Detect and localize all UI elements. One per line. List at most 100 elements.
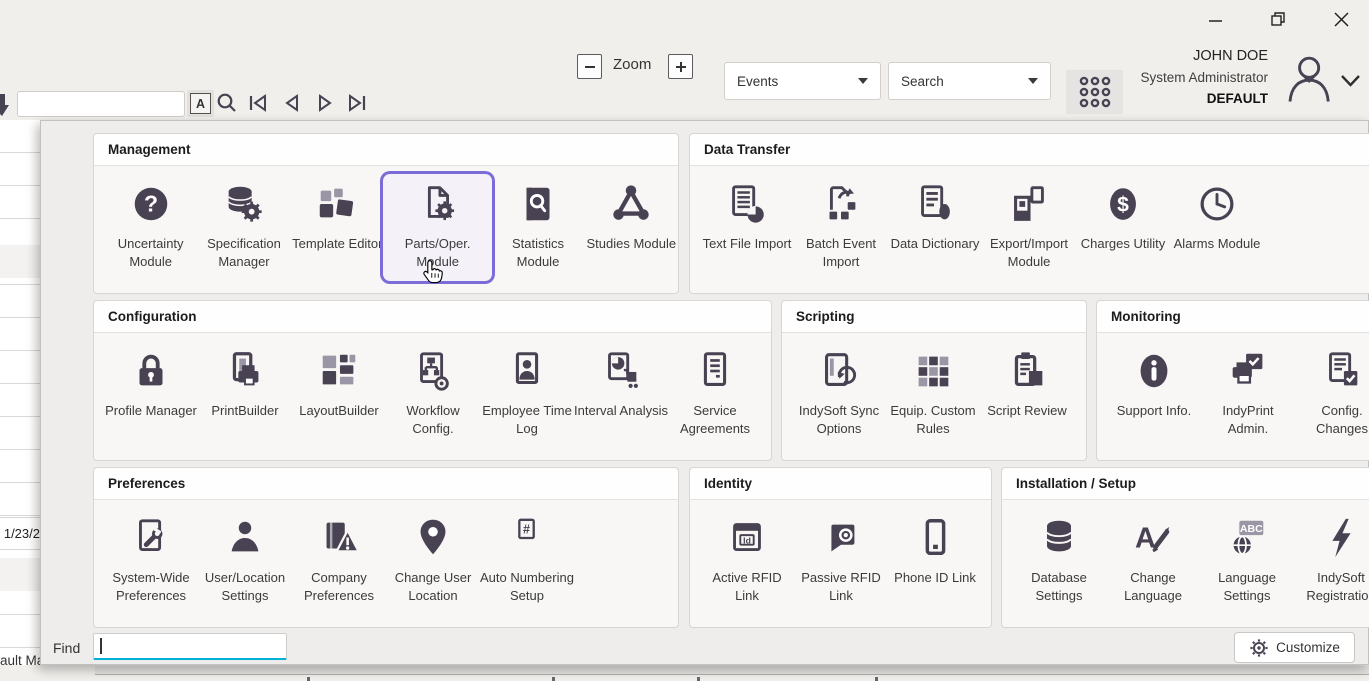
skip-last-icon — [347, 94, 367, 112]
apps-grid-button[interactable] — [1066, 70, 1123, 114]
bottom-scroll-strip[interactable] — [95, 666, 1369, 675]
close-button[interactable] — [1330, 8, 1352, 30]
minimize-button[interactable] — [1204, 9, 1226, 31]
next-icon — [317, 94, 333, 112]
menu-item-config-changes[interactable]: Config. Changes — [1295, 347, 1369, 438]
menu-item-label: User/Location Settings — [198, 569, 292, 605]
menu-item-support-info[interactable]: Support Info. — [1107, 347, 1201, 420]
menu-item-phone-id-link[interactable]: Phone ID Link — [888, 514, 982, 587]
menu-item-auto-numbering-setup[interactable]: #Auto Numbering Setup — [480, 514, 574, 605]
menu-item-studies-module[interactable]: Studies Module — [585, 180, 678, 253]
svg-text:$: $ — [1117, 194, 1129, 217]
document-gear-icon — [414, 180, 462, 228]
clipped-text-fragment — [697, 677, 700, 681]
group-identity: Identity IdActive RFID LinkPassive RFID L… — [689, 467, 992, 628]
menu-item-interval-analysis[interactable]: Interval Analysis — [574, 347, 668, 420]
menu-item-export-import-module[interactable]: Export/Import Module — [982, 180, 1076, 271]
menu-item-text-file-import[interactable]: Text File Import — [700, 180, 794, 253]
close-icon — [1333, 11, 1350, 28]
search-dropdown[interactable]: Search — [888, 62, 1051, 100]
menu-item-indyprint-admin[interactable]: IndyPrint Admin. — [1201, 347, 1295, 438]
book-magnifier-icon — [514, 180, 562, 228]
menu-item-passive-rfid-link[interactable]: Passive RFID Link — [794, 514, 888, 605]
menu-item-template-editor[interactable]: Template Editor — [291, 180, 384, 253]
menu-item-uncertainty-module[interactable]: ?Uncertainty Module — [104, 180, 197, 271]
zoom-out-button[interactable] — [577, 54, 602, 79]
menu-item-printbuilder[interactable]: PrintBuilder — [198, 347, 292, 420]
menu-item-label: Active RFID Link — [700, 569, 794, 605]
dollar-circle-icon: $ — [1099, 180, 1147, 228]
menu-item-workflow-config[interactable]: Workflow Config. — [386, 347, 480, 438]
info-circle-icon — [1130, 347, 1178, 395]
clipped-text-fragment — [875, 677, 878, 681]
bubble-eye-icon — [817, 514, 865, 562]
menu-item-label: Phone ID Link — [894, 569, 976, 587]
menu-item-indysoft-sync-options[interactable]: IndySoft Sync Options — [792, 347, 886, 438]
menu-item-database-settings[interactable]: Database Settings — [1012, 514, 1106, 605]
number-box-icon: # — [503, 514, 551, 562]
menu-item-label: Specification Manager — [197, 235, 290, 271]
user-menu-toggle[interactable] — [1340, 74, 1361, 93]
menu-item-batch-event-import[interactable]: Batch Event Import — [794, 180, 888, 271]
menu-item-label: LayoutBuilder — [299, 402, 379, 420]
menu-item-system-wide-preferences[interactable]: System-Wide Preferences — [104, 514, 198, 605]
menu-item-language-settings[interactable]: ABCLanguage Settings — [1200, 514, 1294, 605]
menu-item-active-rfid-link[interactable]: IdActive RFID Link — [700, 514, 794, 605]
menu-item-equip-custom-rules[interactable]: Equip. Custom Rules — [886, 347, 980, 438]
menu-item-indysoft-registration[interactable]: IndySoft Registration — [1294, 514, 1369, 605]
menu-item-specification-manager[interactable]: Specification Manager — [197, 180, 290, 271]
menu-item-label: Studies Module — [586, 235, 676, 253]
menu-item-employee-time-log[interactable]: Employee Time Log — [480, 347, 574, 438]
zoom-in-button[interactable] — [668, 54, 693, 79]
svg-text:ABC: ABC — [1240, 523, 1263, 535]
menu-item-service-agreements[interactable]: Service Agreements — [668, 347, 762, 438]
find-input[interactable] — [93, 633, 287, 660]
match-case-button[interactable]: A — [187, 90, 214, 117]
go-first-button[interactable] — [247, 92, 269, 114]
events-dropdown-value: Events — [737, 74, 778, 89]
gear-icon — [1249, 638, 1269, 658]
menu-item-script-review[interactable]: Script Review — [980, 347, 1074, 420]
menu-item-label: Data Dictionary — [891, 235, 980, 253]
menu-item-label: Batch Event Import — [794, 235, 888, 271]
go-previous-button[interactable] — [281, 92, 303, 114]
customize-button[interactable]: Customize — [1234, 632, 1355, 663]
menu-item-label: Text File Import — [703, 235, 792, 253]
menu-item-label: Profile Manager — [105, 402, 197, 420]
group-title: Identity — [690, 468, 991, 500]
clipboard-note-icon — [1003, 347, 1051, 395]
menu-item-parts-oper-module[interactable]: Parts/Oper. Module — [383, 174, 492, 281]
menu-item-statistics-module[interactable]: Statistics Module — [491, 180, 584, 271]
menu-item-label: Change Language — [1106, 569, 1200, 605]
menu-item-charges-utility[interactable]: $ Charges Utility — [1076, 180, 1170, 253]
menu-item-profile-manager[interactable]: Profile Manager — [104, 347, 198, 420]
menu-item-alarms-module[interactable]: Alarms Module — [1170, 180, 1264, 253]
group-configuration: ConfigurationProfile ManagerPrintBuilder… — [93, 300, 772, 461]
go-next-button[interactable] — [314, 92, 336, 114]
user-avatar[interactable] — [1281, 52, 1335, 111]
menu-item-change-language[interactable]: A Change Language — [1106, 514, 1200, 605]
events-dropdown[interactable]: Events — [724, 62, 881, 100]
menu-item-data-dictionary[interactable]: Data Dictionary — [888, 180, 982, 253]
menu-item-label: IndySoft Sync Options — [792, 402, 886, 438]
background-table-fragment — [0, 120, 40, 665]
search-button[interactable] — [216, 92, 238, 114]
document-check-icon — [1318, 347, 1366, 395]
group-title: Installation / Setup — [1002, 468, 1369, 500]
restore-button[interactable] — [1267, 8, 1289, 30]
menu-item-label: Charges Utility — [1081, 235, 1166, 253]
svg-text:#: # — [523, 523, 530, 537]
quick-search-input[interactable] — [17, 91, 185, 117]
menu-item-company-preferences[interactable]: Company Preferences — [292, 514, 386, 605]
menu-item-layoutbuilder[interactable]: LayoutBuilder — [292, 347, 386, 420]
menu-item-label: Database Settings — [1012, 569, 1106, 605]
go-last-button[interactable] — [346, 92, 368, 114]
menu-item-label: IndySoft Registration — [1294, 569, 1369, 605]
letter-pen-icon: A — [1129, 514, 1177, 562]
menu-item-change-user-location[interactable]: Change User Location — [386, 514, 480, 605]
group-title: Data Transfer — [690, 134, 1369, 166]
menu-item-label: Alarms Module — [1174, 235, 1261, 253]
menu-item-user-location-settings[interactable]: User/Location Settings — [198, 514, 292, 605]
smartphone-icon — [911, 514, 959, 562]
text-caret — [100, 638, 102, 654]
